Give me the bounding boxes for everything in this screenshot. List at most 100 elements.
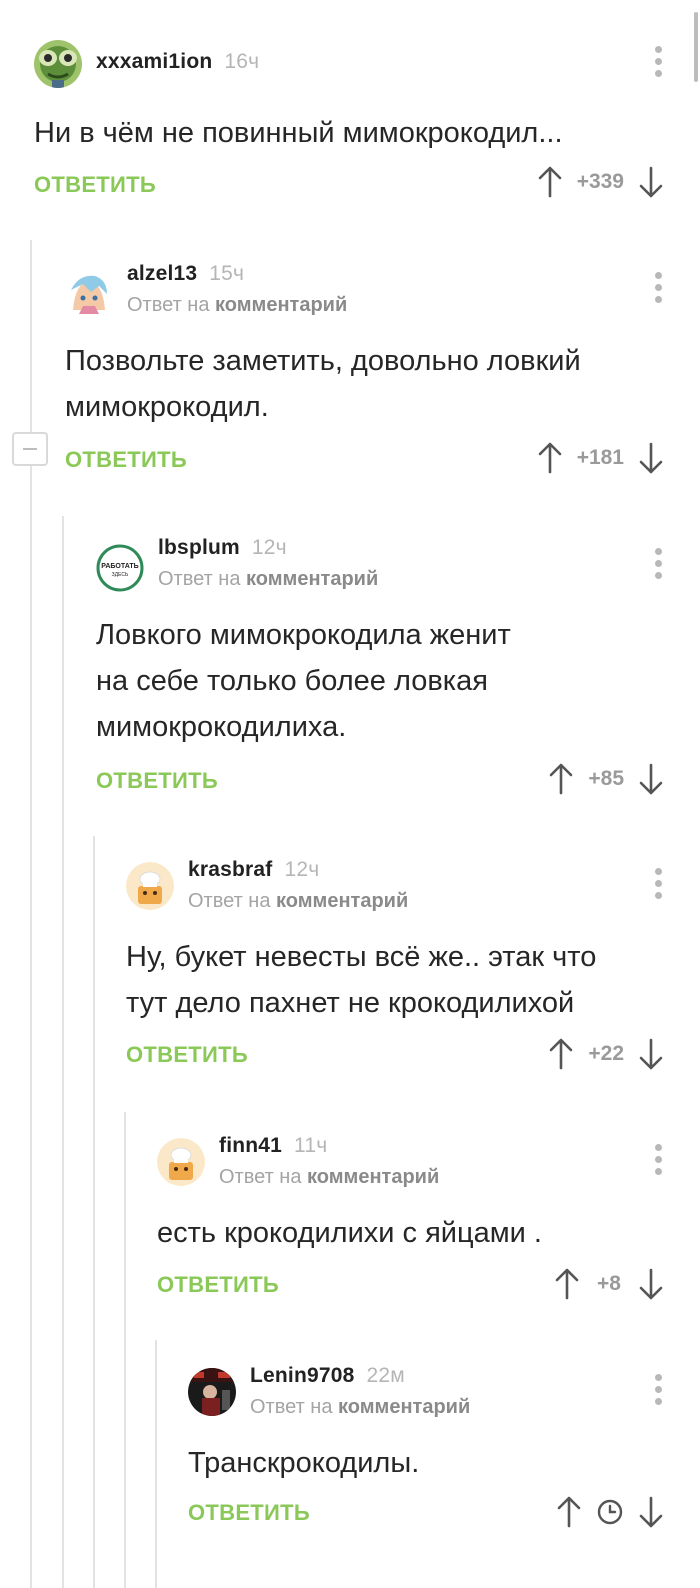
reply-button[interactable]: ОТВЕТИТЬ xyxy=(34,172,156,198)
username-text[interactable]: finn41 xyxy=(219,1134,282,1157)
arrow-down-icon[interactable] xyxy=(638,441,664,475)
comment-time: 22м xyxy=(366,1364,405,1387)
collapse-thread-button[interactable] xyxy=(12,432,48,466)
more-vertical-icon[interactable] xyxy=(654,868,662,902)
reply-to-link[interactable]: комментарий xyxy=(215,294,347,316)
comment-text-line: Транскрокодилы. xyxy=(188,1447,420,1479)
username-text[interactable]: krasbraf xyxy=(188,858,272,881)
username-text[interactable]: lbsplum xyxy=(158,536,240,559)
thread-line xyxy=(124,1112,126,1588)
badge-avatar-text: ЗДЕСЬ xyxy=(112,572,129,578)
arrow-up-icon[interactable] xyxy=(556,1495,582,1529)
comment-time: 15ч xyxy=(209,262,245,285)
comment-score: +8 xyxy=(597,1272,621,1295)
comment-time: 12ч xyxy=(284,858,320,881)
comment-text-line: Ловкого мимокрокодила женит xyxy=(96,619,511,651)
comment-score: +339 xyxy=(576,170,624,193)
more-vertical-icon[interactable] xyxy=(654,272,662,306)
username[interactable]: finn41 11ч xyxy=(219,1134,327,1158)
comment: alzel13 15ч Ответ на комментарий Позвольт… xyxy=(65,262,700,482)
username[interactable]: lbsplum 12ч xyxy=(158,536,287,560)
reply-button[interactable]: ОТВЕТИТЬ xyxy=(96,768,218,794)
comment-text-line: мимокрокодил. xyxy=(65,391,269,423)
comment-score: +85 xyxy=(588,767,624,790)
chameleon-avatar[interactable] xyxy=(34,40,82,88)
reply-to-prefix: Ответ на xyxy=(250,1396,339,1418)
vote-controls: +339 xyxy=(537,164,664,200)
reply-to-prefix: Ответ на xyxy=(219,1166,308,1188)
thread-line xyxy=(62,516,64,1588)
vote-controls: +85 xyxy=(548,761,664,797)
reply-to-label: Ответ на комментарий xyxy=(250,1396,470,1419)
reply-to-link[interactable]: комментарий xyxy=(338,1396,470,1418)
arrow-up-icon[interactable] xyxy=(537,165,563,199)
username[interactable]: alzel13 15ч xyxy=(127,262,244,286)
badge-avatar[interactable]: РАБОТАТЬ ЗДЕСЬ xyxy=(96,544,144,592)
comment-time: 12ч xyxy=(251,536,287,559)
reply-button[interactable]: ОТВЕТИТЬ xyxy=(188,1500,310,1526)
comment: finn41 11ч Ответ на комментарий есть крок… xyxy=(157,1134,700,1304)
comment: РАБОТАТЬ ЗДЕСЬ lbsplum 12ч Ответ на комме… xyxy=(96,536,700,808)
arrow-down-icon[interactable] xyxy=(638,1037,664,1071)
more-vertical-icon[interactable] xyxy=(654,548,662,582)
vote-controls: +181 xyxy=(537,440,664,476)
comment-text-line: на себе только более ловкая xyxy=(96,665,488,697)
comment-text: Ловкого мимокрокодила женит на себе толь… xyxy=(96,612,656,750)
comment-score: +181 xyxy=(576,446,624,469)
comment-text-line: тут дело пахнет не крокодилихой xyxy=(126,987,575,1019)
comment-time: 11ч xyxy=(294,1134,328,1157)
username[interactable]: xxxami1ion 16ч xyxy=(96,50,259,74)
clock-icon xyxy=(597,1499,623,1525)
comment-score: +22 xyxy=(588,1042,624,1065)
arrow-down-icon[interactable] xyxy=(638,1495,664,1529)
comment-text-line: Ни в чём не повинный мимокрокодил... xyxy=(34,117,563,149)
comment-text: Транскрокодилы. xyxy=(188,1440,700,1486)
reply-button[interactable]: ОТВЕТИТЬ xyxy=(157,1272,279,1298)
arrow-up-icon[interactable] xyxy=(548,762,574,796)
anime-avatar[interactable] xyxy=(65,270,113,318)
more-vertical-icon[interactable] xyxy=(654,1374,662,1408)
comment-text-line: Позвольте заметить, довольно ловкий xyxy=(65,345,581,377)
reply-to-link[interactable]: комментарий xyxy=(307,1166,439,1188)
arrow-down-icon[interactable] xyxy=(638,1267,664,1301)
arrow-up-icon[interactable] xyxy=(554,1267,580,1301)
vote-controls xyxy=(556,1494,664,1530)
comment-time: 16ч xyxy=(224,50,260,73)
comment-text: Ну, букет невесты всё же.. этак что тут … xyxy=(126,934,686,1026)
username-text[interactable]: xxxami1ion xyxy=(96,50,212,73)
chef-avatar[interactable] xyxy=(157,1138,205,1186)
comment-text: Ни в чём не повинный мимокрокодил... xyxy=(34,110,654,156)
comment: xxxami1ion 16ч Ни в чём не повинный мимок… xyxy=(34,38,700,208)
comment-text-line: Ну, букет невесты всё же.. этак что xyxy=(126,941,597,973)
reply-to-label: Ответ на комментарий xyxy=(219,1166,439,1189)
thread-line xyxy=(155,1340,157,1588)
username-text[interactable]: Lenin9708 xyxy=(250,1364,355,1387)
comment: krasbraf 12ч Ответ на комментарий Ну, бук… xyxy=(126,858,700,1078)
arrow-up-icon[interactable] xyxy=(537,441,563,475)
photo-avatar[interactable] xyxy=(188,1368,236,1416)
more-vertical-icon[interactable] xyxy=(654,46,662,80)
comment-text-line: мимокрокодилиха. xyxy=(96,711,347,743)
vote-controls: +8 xyxy=(554,1266,664,1302)
reply-to-prefix: Ответ на xyxy=(127,294,216,316)
reply-to-prefix: Ответ на xyxy=(158,568,247,590)
reply-button[interactable]: ОТВЕТИТЬ xyxy=(126,1042,248,1068)
arrow-down-icon[interactable] xyxy=(638,165,664,199)
comment-text: Позвольте заметить, довольно ловкий мимо… xyxy=(65,338,625,430)
comment-text: есть крокодилихи с яйцами . xyxy=(157,1210,700,1256)
arrow-down-icon[interactable] xyxy=(638,762,664,796)
reply-to-label: Ответ на комментарий xyxy=(158,568,378,591)
badge-avatar-text: РАБОТАТЬ xyxy=(101,563,138,570)
arrow-up-icon[interactable] xyxy=(548,1037,574,1071)
reply-to-link[interactable]: комментарий xyxy=(276,890,408,912)
thread-line xyxy=(93,836,95,1588)
reply-button[interactable]: ОТВЕТИТЬ xyxy=(65,447,187,473)
reply-to-label: Ответ на комментарий xyxy=(127,294,347,317)
username-text[interactable]: alzel13 xyxy=(127,262,197,285)
reply-to-link[interactable]: комментарий xyxy=(246,568,378,590)
username[interactable]: krasbraf 12ч xyxy=(188,858,319,882)
chef-avatar[interactable] xyxy=(126,862,174,910)
username[interactable]: Lenin9708 22м xyxy=(250,1364,405,1388)
reply-to-prefix: Ответ на xyxy=(188,890,277,912)
more-vertical-icon[interactable] xyxy=(654,1144,662,1178)
